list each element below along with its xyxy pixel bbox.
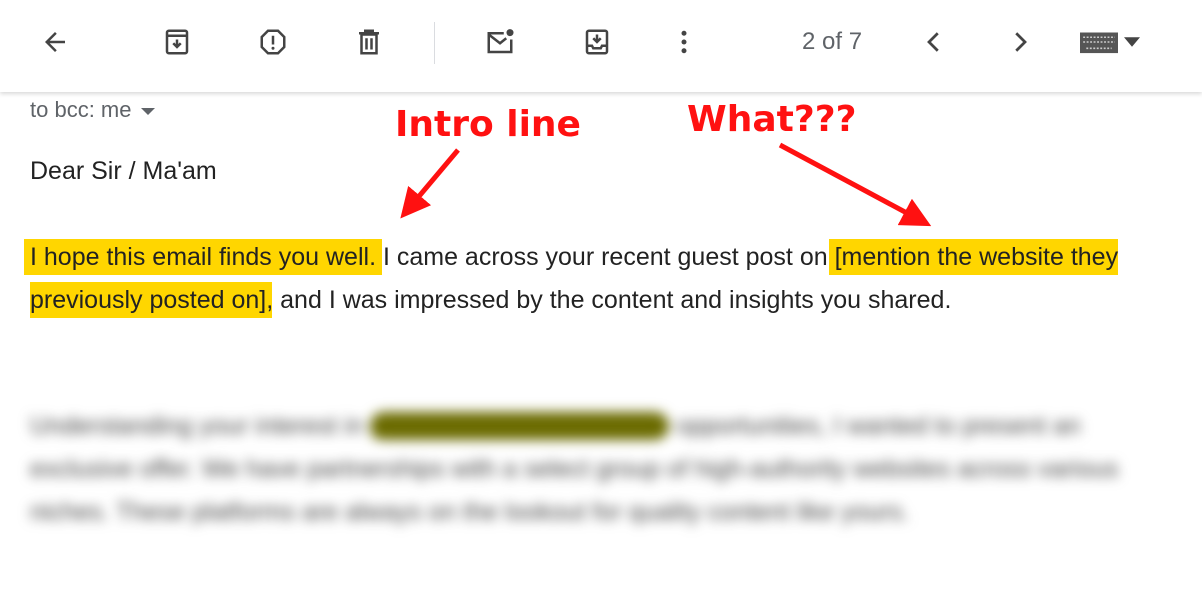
delete-button[interactable] xyxy=(349,22,389,62)
prev-icon xyxy=(927,32,939,52)
dropdown-caret-icon xyxy=(1124,37,1140,47)
more-vert-icon xyxy=(681,30,687,54)
greeting: Dear Sir / Ma'am xyxy=(30,157,217,185)
arrow-what xyxy=(778,142,932,227)
delete-icon xyxy=(359,29,379,55)
annotation-intro: Intro line xyxy=(395,104,581,145)
mark-unread-icon xyxy=(487,29,514,54)
body-text: I came across your recent guest post on xyxy=(376,243,835,271)
move-to-inbox-icon xyxy=(585,29,609,55)
input-tools-button[interactable] xyxy=(1080,22,1160,62)
archive-icon xyxy=(165,29,189,55)
page-count: 2 of 7 xyxy=(802,28,863,55)
recipient-details[interactable]: to bcc: me xyxy=(30,97,156,123)
intro-highlight: I hope this email finds you well. xyxy=(24,239,383,275)
annotation-what: What??? xyxy=(687,99,857,140)
mark-unread-button[interactable] xyxy=(480,22,520,62)
report-spam-icon xyxy=(260,29,286,55)
recipient-text: to bcc: me xyxy=(30,97,132,122)
next-icon xyxy=(1015,32,1027,52)
arrow-intro xyxy=(400,148,460,219)
back-button[interactable] xyxy=(35,22,75,62)
move-to-inbox-button[interactable] xyxy=(577,22,617,62)
archive-button[interactable] xyxy=(157,22,197,62)
blurred-paragraph: Understanding your interest in guest pos… xyxy=(30,405,1150,534)
more-options-button[interactable] xyxy=(664,22,704,62)
blurred-text: Understanding your interest in xyxy=(30,412,371,440)
back-arrow-icon xyxy=(45,32,65,52)
body-text: , and I was impressed by the content and… xyxy=(266,286,952,314)
toolbar: 2 of 7 xyxy=(0,0,1202,92)
previous-button[interactable] xyxy=(914,22,954,62)
blurred-highlight: guest posting opportunities xyxy=(370,412,670,440)
report-spam-button[interactable] xyxy=(253,22,293,62)
chevron-down-icon[interactable] xyxy=(141,107,156,115)
email-paragraph: I hope this email finds you well. I came… xyxy=(24,236,1180,322)
toolbar-divider xyxy=(434,22,435,64)
keyboard-icon xyxy=(1080,32,1118,54)
next-button[interactable] xyxy=(1000,22,1040,62)
